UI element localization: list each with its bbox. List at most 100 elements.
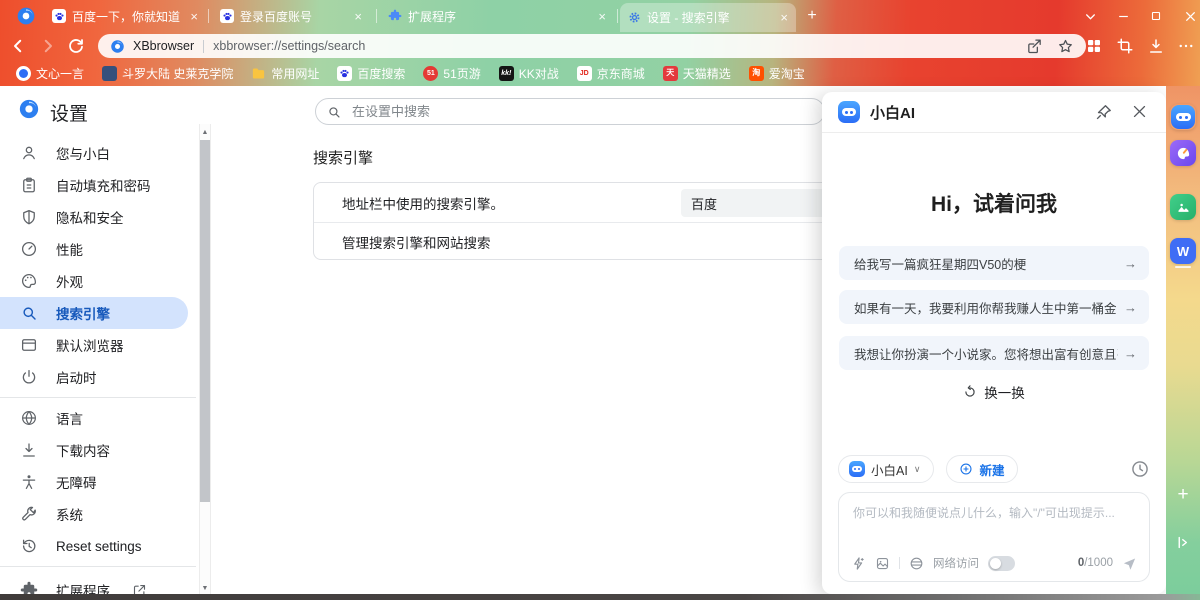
theme-palette-shortcut[interactable] bbox=[1170, 140, 1196, 166]
back-button[interactable] bbox=[8, 36, 28, 56]
kk-icon: kk! bbox=[499, 66, 514, 81]
reset-clock-icon bbox=[20, 537, 38, 555]
side-launcher-strip: W + bbox=[1166, 86, 1200, 594]
sidebar-item-search-engine[interactable]: 搜索引擎 bbox=[0, 297, 188, 329]
new-chat-button[interactable]: 新建 bbox=[946, 455, 1018, 483]
ai-robot-icon bbox=[838, 101, 860, 123]
tab-title: 百度一下，你就知道 bbox=[72, 8, 184, 25]
image-upload-icon[interactable] bbox=[875, 556, 890, 571]
tab-close-icon[interactable]: × bbox=[190, 10, 198, 23]
tab-close-icon[interactable]: × bbox=[780, 11, 788, 24]
wenxin-icon bbox=[16, 66, 31, 81]
tab-settings-active[interactable]: 设置 - 搜索引擎 × bbox=[620, 3, 796, 32]
window-maximize-button[interactable] bbox=[1147, 7, 1165, 25]
network-globe-icon[interactable] bbox=[909, 556, 924, 571]
sidebar-item-you[interactable]: 您与小白 bbox=[0, 137, 188, 169]
sidebar-item-system[interactable]: 系统 bbox=[0, 498, 188, 530]
tab-extensions[interactable]: 扩展程序 × bbox=[380, 3, 614, 29]
bookmark-folder-common[interactable]: 常用网址 bbox=[243, 63, 327, 84]
shield-icon bbox=[20, 208, 38, 226]
wps-shortcut[interactable]: W bbox=[1170, 238, 1196, 264]
ai-input-box[interactable]: 网络访问 0/1000 bbox=[838, 492, 1150, 582]
bookmarks-bar: 文心一言 斗罗大陆 史莱克学院 常用网址 百度搜索 51 51页游 kk! KK… bbox=[8, 61, 813, 85]
ai-assistant-shortcut[interactable] bbox=[1170, 104, 1196, 130]
bookmark-star-icon[interactable] bbox=[1057, 38, 1074, 55]
arrow-right-icon: → bbox=[1124, 256, 1137, 271]
sidebar-item-startup[interactable]: 启动时 bbox=[0, 361, 188, 393]
network-access-label: 网络访问 bbox=[933, 555, 979, 571]
download-icon[interactable] bbox=[1146, 36, 1166, 56]
tab-baidu-home[interactable]: 百度一下，你就知道 × bbox=[44, 3, 206, 29]
settings-search-input[interactable] bbox=[315, 98, 825, 125]
bookmark-tmall[interactable]: 天 天猫精选 bbox=[655, 63, 739, 84]
screenshot-icon[interactable] bbox=[1115, 36, 1135, 56]
bookmark-wenxin[interactable]: 文心一言 bbox=[8, 63, 92, 84]
tab-baidu-login[interactable]: 登录百度账号 × bbox=[212, 3, 370, 29]
sidebar-item-accessibility[interactable]: 无障碍 bbox=[0, 466, 188, 498]
add-shortcut-button[interactable]: + bbox=[1166, 484, 1200, 506]
jd-icon: JD bbox=[577, 66, 592, 81]
bookmark-kk[interactable]: kk! KK对战 bbox=[491, 63, 567, 84]
reload-button[interactable] bbox=[66, 36, 86, 56]
network-access-toggle[interactable] bbox=[988, 556, 1015, 571]
sidebar-item-reset[interactable]: Reset settings bbox=[0, 530, 188, 562]
sidebar-item-autofill[interactable]: 自动填充和密码 bbox=[0, 169, 188, 201]
url-separator bbox=[203, 40, 204, 53]
bookmark-jd[interactable]: JD 京东商城 bbox=[569, 63, 653, 84]
menu-dots-icon[interactable] bbox=[1176, 36, 1196, 56]
apps-grid-icon[interactable] bbox=[1084, 36, 1104, 56]
ai-panel-title: 小白AI bbox=[870, 102, 915, 123]
clipboard-icon bbox=[20, 176, 38, 194]
history-clock-icon[interactable] bbox=[1130, 459, 1150, 479]
collapse-strip-button[interactable] bbox=[1166, 534, 1200, 556]
tab-close-icon[interactable]: × bbox=[598, 10, 606, 23]
pin-icon[interactable] bbox=[1094, 103, 1113, 122]
share-icon[interactable] bbox=[1026, 38, 1043, 55]
send-icon[interactable] bbox=[1122, 556, 1137, 571]
sidebar-scrollbar-thumb[interactable] bbox=[200, 140, 210, 502]
site-thumbnail-icon bbox=[102, 66, 117, 81]
ai-suggestion-card[interactable]: 给我写一篇疯狂星期四V50的梗 → bbox=[839, 246, 1149, 280]
browser-logo-icon[interactable] bbox=[16, 6, 36, 26]
browser-name: XBbrowser bbox=[133, 39, 194, 53]
scrollbar-down-arrow[interactable]: ▼ bbox=[199, 582, 211, 594]
tab-close-icon[interactable]: × bbox=[354, 10, 362, 23]
tab-search-chevron-icon[interactable] bbox=[1081, 7, 1099, 25]
sidebar-item-downloads[interactable]: 下载内容 bbox=[0, 434, 188, 466]
sidebar-item-appearance[interactable]: 外观 bbox=[0, 265, 188, 297]
palette-icon bbox=[20, 272, 38, 290]
bookmark-aitaobao[interactable]: 淘 爱淘宝 bbox=[741, 63, 813, 84]
arrow-right-icon: → bbox=[1124, 346, 1137, 361]
ai-panel-header: 小白AI bbox=[822, 92, 1166, 133]
scrollbar-up-arrow[interactable]: ▲ bbox=[199, 126, 211, 138]
char-counter: 0/1000 bbox=[1078, 557, 1113, 569]
window-close-button[interactable] bbox=[1181, 7, 1199, 25]
bookmark-douluo[interactable]: 斗罗大陆 史莱克学院 bbox=[94, 63, 241, 84]
ai-suggestion-card[interactable]: 如果有一天，我要利用你帮我赚人生中第一桶金，... → bbox=[839, 290, 1149, 324]
sidebar-item-languages[interactable]: 语言 bbox=[0, 402, 188, 434]
folder-icon bbox=[251, 66, 266, 81]
screenshot-tool-shortcut[interactable] bbox=[1170, 194, 1196, 220]
wrench-icon bbox=[20, 505, 38, 523]
browser-window-icon bbox=[20, 336, 38, 354]
bookmark-label: 51页游 bbox=[443, 65, 480, 82]
new-tab-button[interactable]: + bbox=[803, 7, 821, 25]
refresh-suggestions-button[interactable]: 换一换 bbox=[822, 382, 1166, 402]
ai-greeting: Hi，试着问我 bbox=[822, 188, 1166, 218]
tab-title: 设置 - 搜索引擎 bbox=[647, 9, 774, 26]
sidebar-item-default-browser[interactable]: 默认浏览器 bbox=[0, 329, 188, 361]
forward-button[interactable] bbox=[38, 36, 58, 56]
address-bar[interactable]: XBbrowser xbbrowser://settings/search bbox=[98, 34, 1086, 58]
ai-suggestion-card[interactable]: 我想让你扮演一个小说家。您将想出富有创意且引... → bbox=[839, 336, 1149, 370]
window-minimize-button[interactable] bbox=[1114, 7, 1132, 25]
bookmark-51games[interactable]: 51 51页游 bbox=[415, 63, 488, 84]
skills-wand-icon[interactable] bbox=[851, 556, 866, 571]
sidebar-item-performance[interactable]: 性能 bbox=[0, 233, 188, 265]
sidebar-item-privacy[interactable]: 隐私和安全 bbox=[0, 201, 188, 233]
settings-logo-icon bbox=[18, 98, 40, 120]
ai-model-selector[interactable]: 小白AI ∨ bbox=[838, 455, 934, 483]
ai-message-input[interactable] bbox=[851, 502, 1139, 546]
close-panel-icon[interactable] bbox=[1131, 103, 1150, 122]
bookmark-baidu-search[interactable]: 百度搜索 bbox=[329, 63, 413, 84]
url-text[interactable]: xbbrowser://settings/search bbox=[213, 39, 365, 53]
